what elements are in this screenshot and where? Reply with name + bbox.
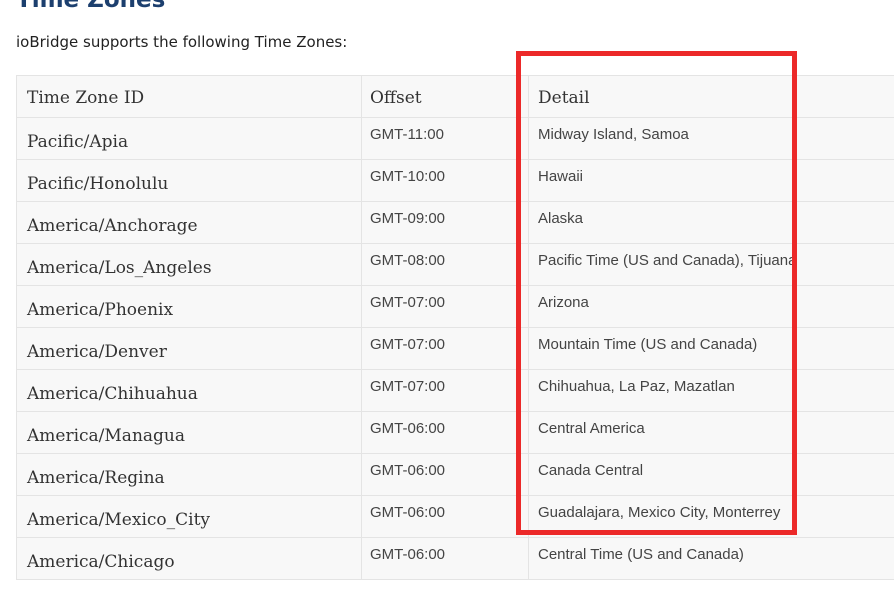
table-row: America/Regina GMT-06:00 Canada Central	[16, 453, 894, 496]
offset-cell: GMT-08:00	[361, 243, 529, 286]
table-row: America/Chicago GMT-06:00 Central Time (US…	[16, 537, 894, 580]
detail-cell: Pacific Time (US and Canada), Tijuana	[528, 243, 894, 286]
detail-cell: Arizona	[528, 285, 894, 328]
detail-cell: Midway Island, Samoa	[528, 117, 894, 160]
offset-cell: GMT-09:00	[361, 201, 529, 244]
detail-cell: Guadalajara, Mexico City, Monterrey	[528, 495, 894, 538]
offset-cell: GMT-07:00	[361, 285, 529, 328]
intro-text: ioBridge supports the following Time Zon…	[16, 33, 348, 51]
detail-cell: Alaska	[528, 201, 894, 244]
table-row: America/Mexico_City GMT-06:00 Guadalajara,…	[16, 495, 894, 538]
offset-cell: GMT-07:00	[361, 327, 529, 370]
offset-cell: GMT-06:00	[361, 453, 529, 496]
table-body: Pacific/Apia GMT-11:00 Midway Island, Samo…	[16, 117, 894, 580]
header-detail: Detail	[528, 75, 894, 118]
time-zone-id-cell: America/Chicago	[16, 537, 362, 580]
time-zone-id-cell: Pacific/Apia	[16, 117, 362, 160]
table-row: America/Los_Angeles GMT-08:00 Pacific Time…	[16, 243, 894, 286]
detail-cell: Central Time (US and Canada)	[528, 537, 894, 580]
time-zone-table: Time Zone ID Offset Detail Pacific/Apia G…	[16, 75, 894, 580]
time-zone-id-cell: America/Chihuahua	[16, 369, 362, 412]
table-row: America/Managua GMT-06:00 Central America	[16, 411, 894, 454]
time-zone-id-cell: Pacific/Honolulu	[16, 159, 362, 202]
offset-cell: GMT-06:00	[361, 495, 529, 538]
detail-cell: Central America	[528, 411, 894, 454]
table-row: America/Anchorage GMT-09:00 Alaska	[16, 201, 894, 244]
time-zone-id-cell: America/Phoenix	[16, 285, 362, 328]
page: Time Zones ioBridge supports the followi…	[0, 0, 894, 595]
table-row: America/Chihuahua GMT-07:00 Chihuahua, La …	[16, 369, 894, 412]
page-title: Time Zones	[16, 0, 166, 13]
offset-cell: GMT-10:00	[361, 159, 529, 202]
table-row: Pacific/Apia GMT-11:00 Midway Island, Samo…	[16, 117, 894, 160]
header-time-zone-id: Time Zone ID	[16, 75, 362, 118]
detail-cell: Hawaii	[528, 159, 894, 202]
time-zone-id-cell: America/Anchorage	[16, 201, 362, 244]
offset-cell: GMT-11:00	[361, 117, 529, 160]
detail-cell: Canada Central	[528, 453, 894, 496]
time-zone-id-cell: America/Regina	[16, 453, 362, 496]
table-row: Pacific/Honolulu GMT-10:00 Hawaii	[16, 159, 894, 202]
offset-cell: GMT-07:00	[361, 369, 529, 412]
time-zone-id-cell: America/Denver	[16, 327, 362, 370]
detail-cell: Chihuahua, La Paz, Mazatlan	[528, 369, 894, 412]
time-zone-id-cell: America/Mexico_City	[16, 495, 362, 538]
header-offset: Offset	[361, 75, 529, 118]
table-row: America/Denver GMT-07:00 Mountain Time (US…	[16, 327, 894, 370]
offset-cell: GMT-06:00	[361, 411, 529, 454]
time-zone-id-cell: America/Managua	[16, 411, 362, 454]
table-header-row: Time Zone ID Offset Detail	[16, 75, 894, 118]
time-zone-id-cell: America/Los_Angeles	[16, 243, 362, 286]
table-row: America/Phoenix GMT-07:00 Arizona	[16, 285, 894, 328]
offset-cell: GMT-06:00	[361, 537, 529, 580]
detail-cell: Mountain Time (US and Canada)	[528, 327, 894, 370]
